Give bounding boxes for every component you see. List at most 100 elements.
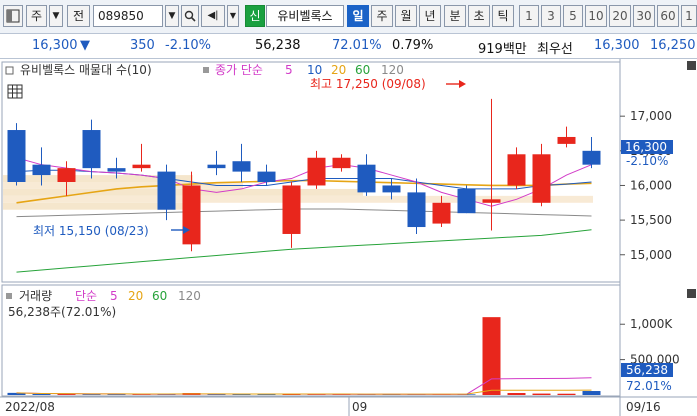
x-label-last: 09/16 (626, 400, 661, 414)
candle-body (532, 154, 551, 203)
ma-legend-marker-icon (203, 67, 209, 73)
period-year-tab[interactable]: 년 (419, 5, 441, 27)
down-arrow-icon: ▼ (80, 38, 90, 53)
candle-body (582, 150, 601, 165)
prev-label[interactable]: 전 (67, 5, 90, 27)
volume-bar (557, 393, 576, 395)
volume-ma-5: 5 (110, 289, 118, 303)
candle-body (457, 188, 476, 214)
candle-body (257, 171, 276, 182)
x-label-month: 09 (352, 400, 367, 414)
period-tick-tab[interactable]: 틱 (492, 5, 514, 27)
volume-tag-text: 56,238 (626, 363, 668, 377)
quote-price: 16,300 (32, 38, 78, 53)
ma-legend-120: 120 (381, 63, 404, 77)
candle-body (7, 130, 26, 182)
candle-body (432, 202, 451, 224)
ma-legend-10: 10 (307, 63, 322, 77)
volume-panel-close-icon[interactable] (687, 289, 696, 298)
period-week-tab[interactable]: 주 (371, 5, 393, 27)
high-arrow-icon (446, 80, 466, 88)
period-day-tab[interactable]: 일 (347, 5, 369, 27)
volume-ma-label: 단순 (75, 289, 97, 303)
candle-body (507, 154, 526, 186)
search-icon[interactable] (181, 5, 199, 27)
volume-panel-title: 거래량 (19, 289, 52, 303)
main-dropdown-icon[interactable]: ▼ (49, 5, 63, 27)
main-label[interactable]: 주 (26, 5, 47, 27)
volume-ma-120: 120 (178, 289, 201, 303)
interval-30-button[interactable]: 30 (633, 5, 655, 27)
volume-bar (507, 393, 526, 395)
candle-body (157, 171, 176, 210)
candle-body (107, 168, 126, 172)
quote-amount: 919백만 (478, 42, 527, 57)
candle-body (407, 192, 426, 228)
price-panel-title: 유비벨록스 매물대 수(10) (20, 63, 152, 77)
prev-next-icon[interactable]: ◀| (201, 5, 225, 27)
volume-bars (7, 317, 601, 395)
ma120-line (16, 208, 592, 218)
price-tick-label: 16,000 (630, 178, 672, 192)
price-tick-label: 15,000 (630, 248, 672, 262)
ma-legend-20: 20 (331, 63, 346, 77)
candle-body (57, 168, 76, 182)
volume-bar (32, 394, 51, 395)
candle-body (557, 136, 576, 144)
stock-chart[interactable]: 17,00016,50016,00015,50015,000 1,000K500… (0, 59, 697, 416)
best-ask: 16,300 (594, 38, 640, 53)
new-badge: 신 (245, 5, 265, 27)
panel-toggle-icon[interactable] (5, 66, 14, 75)
period-minute-tab[interactable]: 분 (444, 5, 466, 27)
x-label-start: 2022/08 (5, 400, 55, 414)
candle-body (232, 161, 251, 172)
interval-5-button[interactable]: 5 (563, 5, 583, 27)
ma-legend-label: 종가 단순 (215, 63, 263, 77)
current-pct-tag: -2.10% (626, 154, 668, 168)
candle-body (182, 185, 201, 245)
code-dropdown-icon[interactable]: ▼ (165, 5, 179, 27)
candle-body (482, 199, 501, 203)
stock-name[interactable]: 유비벨록스 (266, 5, 344, 27)
price-y-axis: 17,00016,50016,00015,50015,000 (620, 109, 672, 262)
period-second-tab[interactable]: 초 (468, 5, 490, 27)
candle-body (307, 157, 326, 186)
volume-ma-60: 60 (152, 289, 167, 303)
period-month-tab[interactable]: 월 (395, 5, 417, 27)
toolbar: 주 ▼ 전 089850 ▼ ◀| ▼ 신 유비벨록스 일 주 월 년 분 초 … (0, 0, 697, 34)
candle-body (332, 157, 351, 169)
interval-3-button[interactable]: 3 (541, 5, 561, 27)
interval-20-button[interactable]: 20 (609, 5, 631, 27)
best-bid: 16,250 (650, 38, 696, 53)
quote-change-pct: -2.10% (165, 38, 211, 53)
volume-bar (82, 394, 101, 395)
candle-body (82, 130, 101, 169)
volume-pct-tag: 72.01% (626, 379, 672, 393)
candle-body (132, 164, 151, 169)
candle-body (207, 164, 226, 169)
grid-icon[interactable] (7, 84, 23, 99)
quote-bar: 16,300 ▼ 350 -2.10% 56,238 72.01% 0.79% … (0, 34, 697, 59)
candle-body (382, 185, 401, 193)
candle-body (32, 164, 51, 176)
stock-code-input[interactable]: 089850 (93, 5, 163, 27)
volume-bar (582, 391, 601, 395)
candle-body (357, 164, 376, 193)
volume-legend-marker-icon (6, 293, 12, 299)
options-dropdown-icon[interactable]: ▼ (227, 5, 239, 27)
chart-area[interactable]: 17,00016,50016,00015,50015,000 1,000K500… (0, 59, 697, 416)
volume-ma5-line (16, 377, 592, 395)
volume-y-axis: 1,000K500,000 (620, 317, 680, 367)
price-tick-label: 15,500 (630, 213, 672, 227)
interval-60-button[interactable]: 60 (657, 5, 679, 27)
interval-10-button[interactable]: 10 (585, 5, 607, 27)
interval-more-button[interactable]: 1 (681, 5, 697, 27)
volume-tick-label: 1,000K (630, 317, 673, 331)
price-panel-close-icon[interactable] (687, 61, 696, 70)
volume-bar (532, 393, 551, 395)
interval-1-button[interactable]: 1 (519, 5, 539, 27)
low-annotation: 최저 15,150 (08/23) (33, 224, 149, 238)
quote-volume: 56,238 (255, 38, 301, 53)
quote-turnover: 0.79% (392, 38, 434, 53)
window-icon[interactable] (3, 5, 23, 27)
